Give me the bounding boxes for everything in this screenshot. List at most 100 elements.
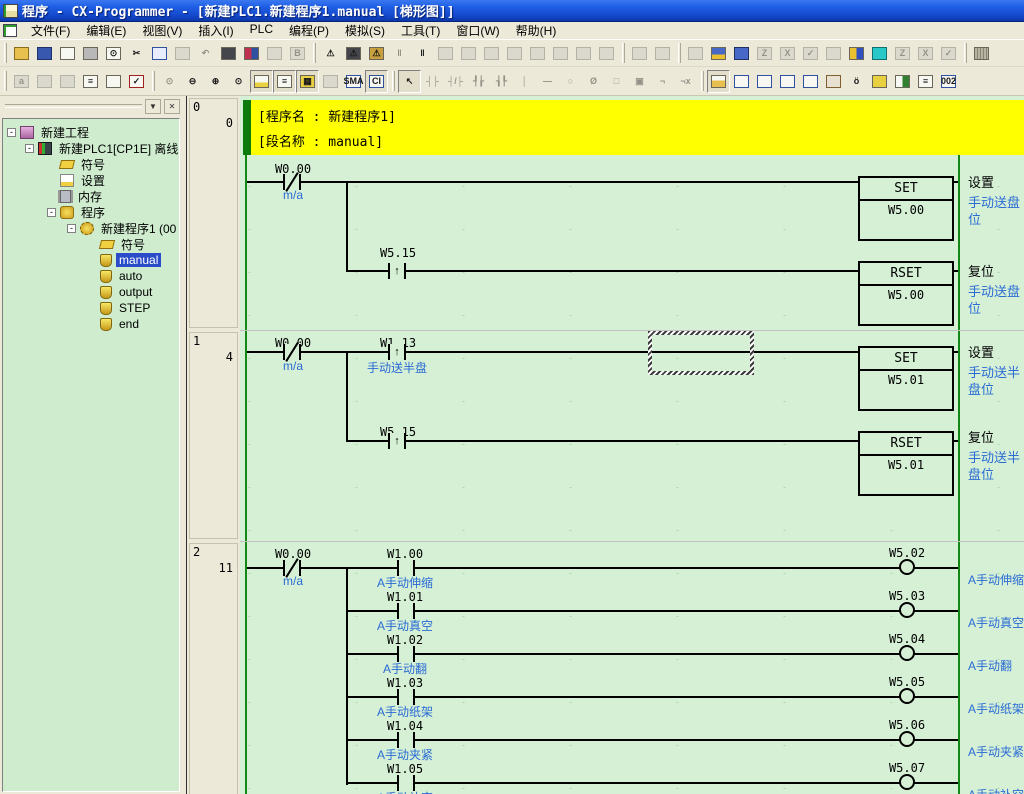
keyboard-mapping-button[interactable] [970, 42, 993, 65]
new-closed-coil-tool[interactable]: Ø [582, 70, 605, 93]
compare-with-plc-button[interactable] [480, 42, 503, 65]
toolbar-grip[interactable] [152, 71, 155, 91]
run-mode-button[interactable] [572, 42, 595, 65]
rung-margin-1[interactable]: 1 4 [189, 332, 238, 539]
toolbar-grip[interactable] [964, 43, 967, 63]
rset-instruction[interactable]: RSET W5.00 [858, 261, 954, 326]
plc-memory-button[interactable]: 002 [937, 70, 960, 93]
section-list-button[interactable]: ≡ [79, 70, 102, 93]
toolbar-grip[interactable] [701, 71, 704, 91]
no-contact[interactable] [397, 603, 415, 619]
tree-item-programs[interactable]: - 程序 [3, 204, 179, 220]
zoom-in-button[interactable]: ⊕ [204, 70, 227, 93]
send-changes-button[interactable] [651, 42, 674, 65]
select-tool[interactable]: ↖ [398, 70, 421, 93]
check-program-button[interactable]: ✓ [125, 70, 148, 93]
select-rung-button[interactable] [102, 70, 125, 93]
tree-item-section-step[interactable]: STEP [3, 300, 179, 316]
properties-button[interactable] [822, 70, 845, 93]
new-or-closed-contact-tool[interactable]: ┧┞ [490, 70, 513, 93]
undo-button[interactable]: ↶ [194, 42, 217, 65]
delete-tool[interactable]: ¬x [674, 70, 697, 93]
no-contact[interactable] [397, 732, 415, 748]
rung-edit-button[interactable] [33, 70, 56, 93]
zoom-fit-button[interactable]: ⊙ [158, 70, 181, 93]
output-coil[interactable] [899, 602, 915, 618]
print-report-button[interactable] [56, 42, 79, 65]
print-button[interactable] [79, 42, 102, 65]
window-z-button[interactable]: Z [753, 42, 776, 65]
tree-expander[interactable]: - [7, 128, 16, 137]
toolbar-grip[interactable] [392, 71, 395, 91]
auto-online-button[interactable] [526, 42, 549, 65]
find-address-button[interactable]: B [286, 42, 309, 65]
tree-item-plc[interactable]: - 新建PLC1[CP1E] 离线 [3, 140, 179, 156]
vertical-line-tool[interactable]: │ [513, 70, 536, 93]
tree-item-section-output[interactable]: output [3, 284, 179, 300]
tree-item-memory[interactable]: 内存 [3, 188, 179, 204]
window-cascade-button[interactable] [684, 42, 707, 65]
编辑(E)[interactable]: 编辑(E) [78, 21, 134, 40]
tree-item-section-end[interactable]: end [3, 316, 179, 332]
tree-expander[interactable]: - [25, 144, 34, 153]
monitor-window-button[interactable]: ≡ [914, 70, 937, 93]
work-online-button[interactable] [503, 42, 526, 65]
output-coil[interactable] [899, 559, 915, 575]
select-color-button[interactable] [868, 70, 891, 93]
set-instruction[interactable]: SET W5.00 [858, 176, 954, 241]
transfer-to-plc-button[interactable] [434, 42, 457, 65]
no-contact[interactable] [397, 560, 415, 576]
toolbar-grip[interactable] [313, 43, 316, 63]
工具(T)[interactable]: 工具(T) [393, 21, 448, 40]
compile-button[interactable]: ⚠ [319, 42, 342, 65]
插入(I)[interactable]: 插入(I) [190, 21, 241, 40]
ci-view-button[interactable]: CI [365, 70, 388, 93]
show-monitor-data-toggle[interactable] [319, 70, 342, 93]
paste-button[interactable] [171, 42, 194, 65]
窗口(W)[interactable]: 窗口(W) [448, 21, 507, 40]
io-table-button[interactable] [730, 42, 753, 65]
rung-margin-2[interactable]: 2 11 [189, 543, 238, 794]
toolbar-grip[interactable] [4, 71, 7, 91]
pause-button[interactable]: ‖ [411, 42, 434, 65]
find-symbol-button[interactable] [263, 42, 286, 65]
编程(P)[interactable]: 编程(P) [281, 21, 337, 40]
workspace-grip[interactable] [5, 104, 142, 108]
output-coil[interactable] [899, 688, 915, 704]
workspace-close-button[interactable]: ✕ [164, 99, 180, 114]
open-button[interactable] [10, 42, 33, 65]
online-edit-button[interactable] [628, 42, 651, 65]
output-coil[interactable] [899, 774, 915, 790]
selection-cursor[interactable] [648, 331, 754, 375]
PLC[interactable]: PLC [242, 21, 281, 40]
workspace-dropdown-button[interactable]: ▼ [145, 99, 161, 114]
rset-instruction[interactable]: RSET W5.01 [858, 431, 954, 496]
data-trace-button[interactable] [707, 42, 730, 65]
toolbar-grip[interactable] [622, 43, 625, 63]
window-check-button[interactable]: ✓ [799, 42, 822, 65]
tree-item-symbols[interactable]: 符号 [3, 156, 179, 172]
monitor-x-button[interactable]: X [914, 42, 937, 65]
output-coil[interactable] [899, 645, 915, 661]
new-contact-tool[interactable]: ┤├ [421, 70, 444, 93]
show-grid-toggle[interactable]: ▦ [296, 70, 319, 93]
toolbar-grip[interactable] [4, 43, 7, 63]
sma-view-button[interactable]: SMA [342, 70, 365, 93]
cut-button[interactable]: ✂ [125, 42, 148, 65]
tree-item-program1[interactable]: - 新建程序1 (00 [3, 220, 179, 236]
workspace-toggle-button[interactable] [707, 70, 730, 93]
window-plain-button[interactable] [822, 42, 845, 65]
transfer-from-plc-button[interactable] [457, 42, 480, 65]
show-comments-toggle[interactable] [250, 70, 273, 93]
symbol-edit-button[interactable]: a [10, 70, 33, 93]
output-window-button[interactable] [799, 70, 822, 93]
模拟(S)[interactable]: 模拟(S) [337, 21, 393, 40]
copy-button[interactable] [148, 42, 171, 65]
show-rung-annotation-toggle[interactable]: ≡ [273, 70, 296, 93]
save-button[interactable] [33, 42, 56, 65]
文件(F)[interactable]: 文件(F) [23, 21, 78, 40]
find-button[interactable] [217, 42, 240, 65]
block-edit-button[interactable] [56, 70, 79, 93]
monitor-z-button[interactable]: Z [891, 42, 914, 65]
rung-margin-0[interactable]: 0 0 [189, 98, 238, 328]
